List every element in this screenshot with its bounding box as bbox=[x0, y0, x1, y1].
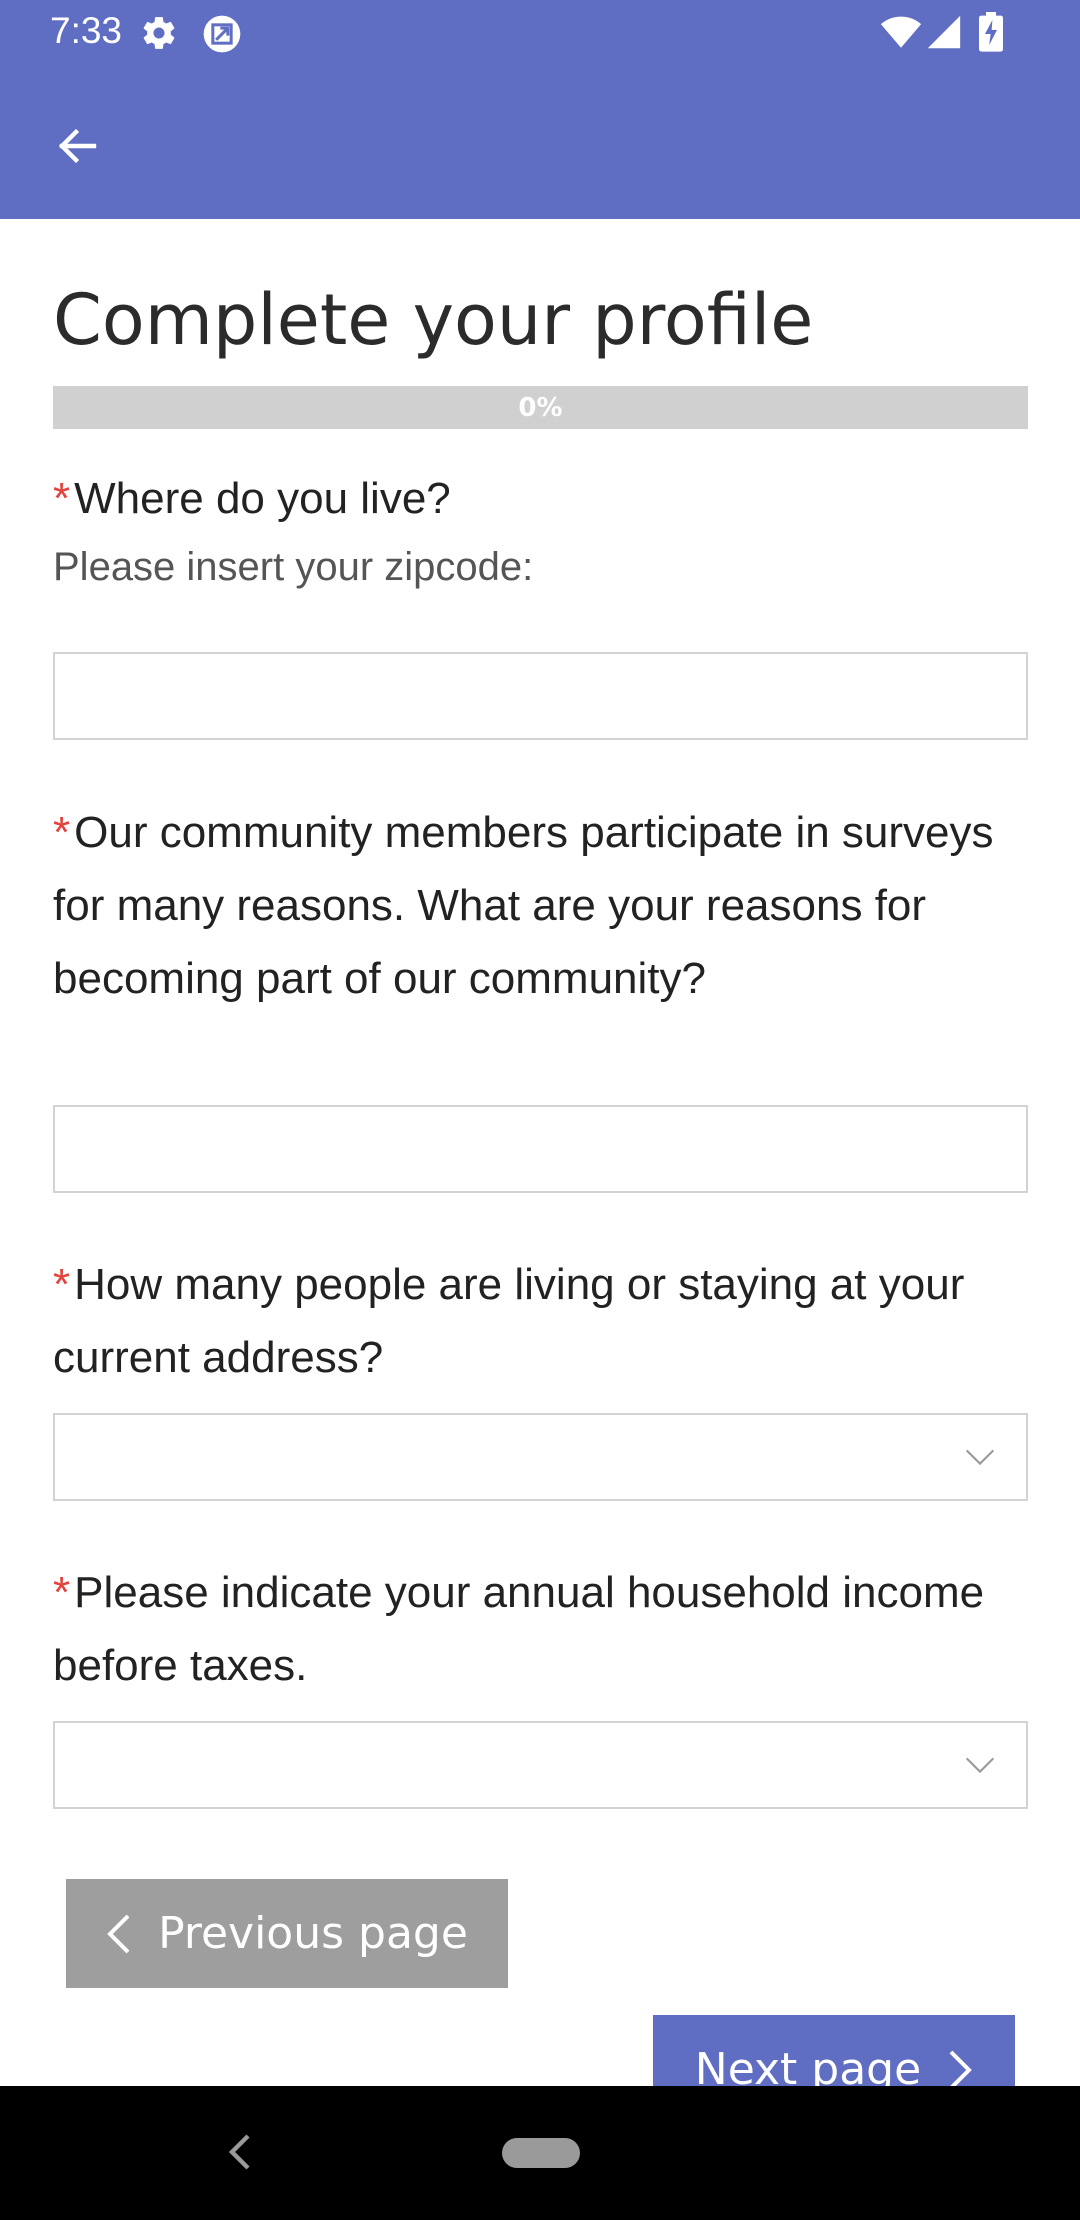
question-text: Our community members participate in sur… bbox=[53, 808, 994, 1003]
nav-back-icon[interactable] bbox=[222, 2130, 258, 2174]
wifi-icon bbox=[880, 14, 922, 52]
question-text: How many people are living or staying at… bbox=[53, 1260, 965, 1382]
question-zipcode: *Where do you live? bbox=[53, 462, 1028, 535]
chevron-left-icon bbox=[106, 1914, 132, 1954]
app-notification-icon bbox=[202, 14, 241, 53]
required-marker: * bbox=[53, 1260, 71, 1309]
next-page-button[interactable]: Next page bbox=[653, 2015, 1015, 2086]
signal-icon bbox=[926, 14, 962, 52]
back-button[interactable] bbox=[40, 110, 116, 186]
nav-home-pill[interactable] bbox=[502, 2138, 580, 2168]
progress-label: 0% bbox=[518, 392, 563, 423]
reasons-input[interactable] bbox=[53, 1105, 1028, 1193]
question-text: Where do you live? bbox=[74, 474, 451, 523]
household-size-select[interactable] bbox=[53, 1413, 1028, 1501]
survey-content[interactable]: Complete your profile 0% *Where do you l… bbox=[0, 219, 1080, 2086]
question-hint: Please insert your zipcode: bbox=[53, 545, 534, 589]
app-header: 7:33 bbox=[0, 0, 1080, 219]
page-title: Complete your profile bbox=[53, 279, 814, 361]
question-reasons: *Our community members participate in su… bbox=[53, 796, 1028, 1015]
required-marker: * bbox=[53, 1568, 71, 1617]
income-select[interactable] bbox=[53, 1721, 1028, 1809]
required-marker: * bbox=[53, 808, 71, 857]
chevron-down-icon bbox=[964, 1441, 996, 1473]
next-page-label: Next page bbox=[694, 2044, 922, 2086]
previous-page-button[interactable]: Previous page bbox=[66, 1879, 508, 1988]
arrow-left-icon bbox=[54, 122, 102, 175]
question-text: Please indicate your annual household in… bbox=[53, 1568, 985, 1690]
progress-bar: 0% bbox=[53, 386, 1028, 429]
question-income: *Please indicate your annual household i… bbox=[53, 1556, 1028, 1702]
chevron-right-icon bbox=[947, 2050, 973, 2086]
previous-page-label: Previous page bbox=[158, 1908, 468, 1959]
required-marker: * bbox=[53, 474, 71, 523]
system-nav-bar bbox=[0, 2086, 1080, 2220]
status-time: 7:33 bbox=[50, 10, 123, 51]
battery-charging-icon bbox=[978, 12, 1004, 52]
zipcode-input[interactable] bbox=[53, 652, 1028, 740]
chevron-down-icon bbox=[964, 1749, 996, 1781]
question-household-size: *How many people are living or staying a… bbox=[53, 1248, 1028, 1394]
gear-icon bbox=[140, 14, 178, 52]
